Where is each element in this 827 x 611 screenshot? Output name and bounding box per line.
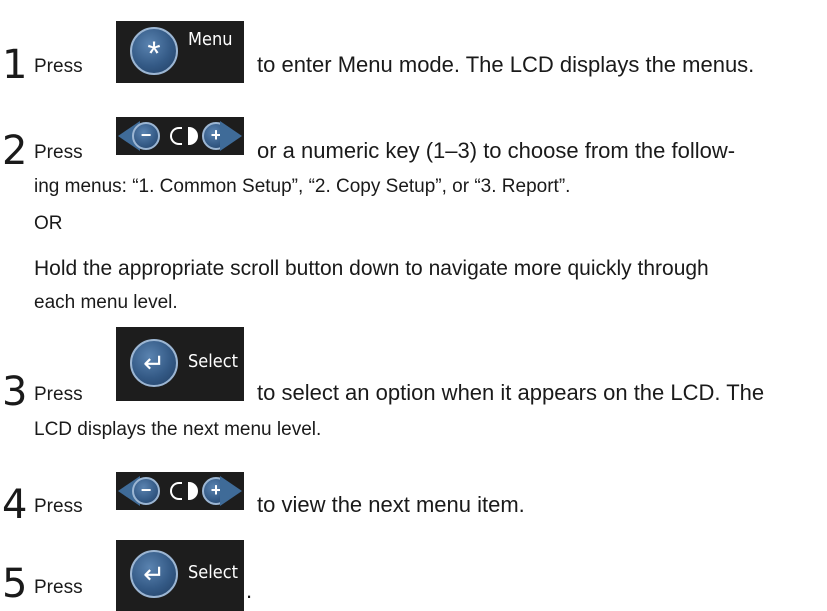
step-number: 4 [2, 482, 28, 528]
step-text-line1: to select an option when it appears on t… [257, 380, 765, 405]
scroll-buttons: − + [116, 117, 244, 155]
step-number: 2 [2, 128, 28, 174]
asterisk-icon: * [130, 27, 178, 75]
half-circle-filled-icon [188, 127, 198, 145]
step-text: . [246, 578, 253, 603]
scroll-buttons: − + [116, 472, 244, 510]
step-text: to enter Menu mode. The LCD displays the… [257, 52, 755, 77]
step-number: 5 [2, 561, 28, 607]
select-button: ↵ Select [116, 540, 244, 611]
step-number: 3 [2, 369, 28, 415]
hold-text-line1: Hold the appropriate scroll button down … [34, 257, 709, 280]
hold-text-line2: each menu level. [34, 292, 178, 313]
right-arrow-icon [220, 121, 242, 151]
select-button: ↵ Select [116, 327, 244, 401]
minus-icon: − [132, 122, 160, 150]
step-text-line2: ing menus: “1. Common Setup”, “2. Copy S… [34, 176, 571, 197]
enter-icon: ↵ [130, 550, 178, 598]
menu-button: * Menu [116, 21, 244, 83]
half-circle-filled-icon [188, 482, 198, 500]
half-circle-open-icon [170, 127, 182, 145]
enter-icon: ↵ [130, 339, 178, 387]
minus-icon: − [132, 477, 160, 505]
step-text: to view the next menu item. [257, 492, 525, 517]
select-button-label: Select [188, 562, 238, 583]
half-circle-open-icon [170, 482, 182, 500]
step-number: 1 [2, 42, 28, 88]
right-arrow-icon [220, 476, 242, 506]
select-button-label: Select [188, 351, 238, 372]
press-label: Press [34, 384, 83, 405]
press-label: Press [34, 577, 83, 598]
press-label: Press [34, 496, 83, 517]
press-label: Press [34, 56, 83, 77]
press-label: Press [34, 142, 83, 163]
or-label: OR [34, 213, 63, 234]
menu-button-label: Menu [188, 29, 233, 50]
step-text-line1: or a numeric key (1–3) to choose from th… [257, 138, 736, 163]
step-text-line2: LCD displays the next menu level. [34, 419, 322, 440]
